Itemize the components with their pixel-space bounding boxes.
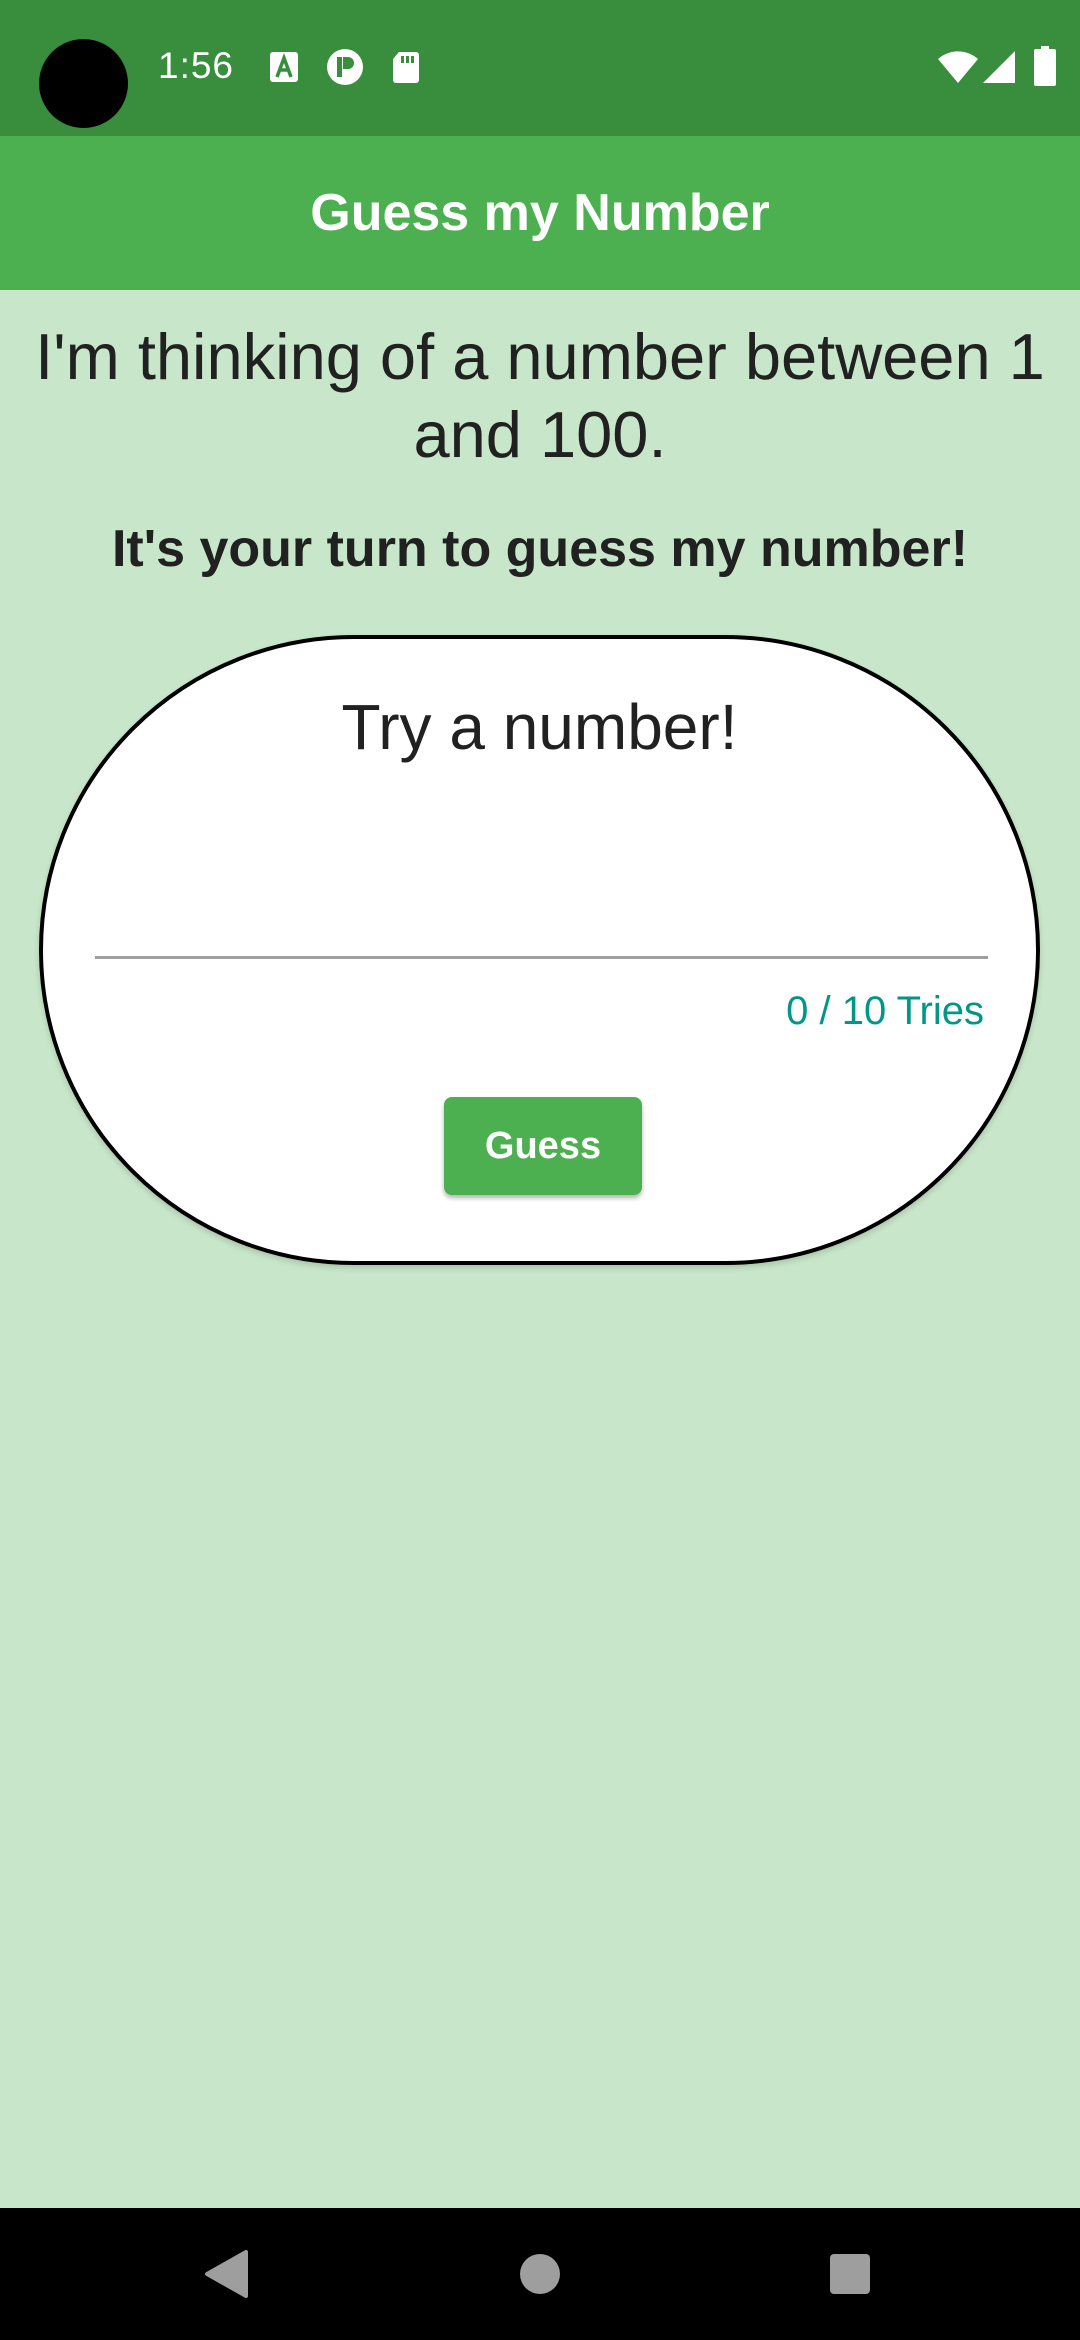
navigation-bar: [0, 2208, 1080, 2340]
p-notification-icon: [326, 48, 364, 86]
recents-button[interactable]: [784, 2208, 916, 2340]
wifi-icon: [937, 50, 979, 84]
camera-cutout: [39, 39, 128, 128]
turn-instruction: It's your turn to guess my number!: [111, 520, 969, 578]
status-bar: 1:56: [0, 0, 1080, 136]
guess-input[interactable]: [95, 829, 988, 959]
screen: 1:56 Guess my Number I'm thinking of a n…: [0, 0, 1080, 2340]
app-bar: Guess my Number: [0, 136, 1080, 290]
app-title: Guess my Number: [310, 184, 770, 242]
back-icon: [205, 2250, 248, 2298]
intro-text: I'm thinking of a number between 1 and 1…: [35, 320, 1045, 471]
status-time: 1:56: [158, 45, 235, 86]
card-prompt: Try a number!: [341, 691, 738, 763]
battery-icon: [1034, 46, 1056, 86]
tries-counter: 0 / 10 Tries: [786, 989, 984, 1033]
signal-icon: [982, 50, 1016, 84]
guess-card: Try a number! 0 / 10 Tries Guess: [39, 635, 1040, 1265]
home-icon: [520, 2254, 560, 2294]
back-button[interactable]: [160, 2208, 292, 2340]
home-button[interactable]: [474, 2208, 606, 2340]
recents-icon: [830, 2254, 870, 2294]
guess-button[interactable]: Guess: [444, 1097, 642, 1195]
a-notification-icon: [268, 50, 300, 84]
sd-card-icon: [390, 50, 422, 84]
